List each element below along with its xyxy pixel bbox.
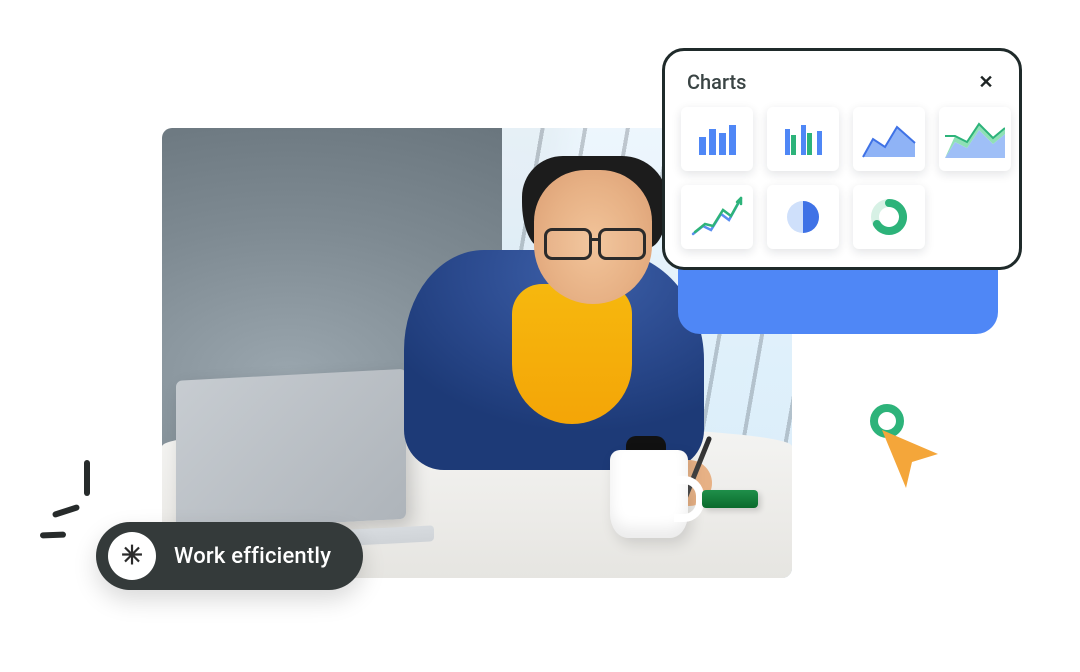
badge-label: Work efficiently (174, 544, 331, 569)
pie-chart-icon[interactable] (767, 185, 839, 249)
charts-panel-title: Charts (687, 70, 746, 94)
charts-panel: Charts ✕ (662, 48, 1022, 270)
donut-chart-icon[interactable] (853, 185, 925, 249)
work-efficiently-badge: ✳ Work efficiently (96, 522, 363, 590)
close-icon[interactable]: ✕ (973, 69, 999, 95)
bar-chart-icon[interactable] (681, 107, 753, 171)
photo-cup (610, 450, 688, 538)
sparkle-icon (40, 460, 120, 540)
charts-grid (681, 107, 1003, 249)
close-glyph: ✕ (978, 72, 993, 93)
line-trend-icon[interactable] (681, 185, 753, 249)
stacked-area-chart-icon[interactable] (939, 107, 1011, 171)
asterisk-glyph: ✳ (121, 541, 143, 571)
charts-panel-header: Charts ✕ (681, 67, 1003, 107)
photo-phone (702, 490, 758, 508)
grouped-bar-chart-icon[interactable] (767, 107, 839, 171)
asterisk-icon: ✳ (108, 532, 156, 580)
area-chart-icon[interactable] (853, 107, 925, 171)
cursor-arrow-icon (876, 424, 946, 494)
